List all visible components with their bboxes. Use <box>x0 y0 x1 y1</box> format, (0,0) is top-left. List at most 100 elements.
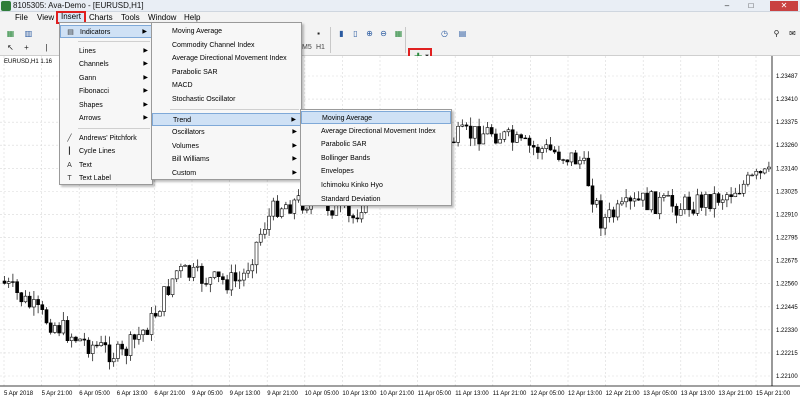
indicators-menu-item-label: Average Directional Movement Index <box>172 55 287 63</box>
candlestick <box>687 191 691 217</box>
candlestick <box>523 135 528 140</box>
periods-icon[interactable]: ◷ <box>438 27 451 39</box>
trend-menu-item-bollinger-bands[interactable]: Bollinger Bands <box>301 152 451 165</box>
insert-menu-item-cycle-lines[interactable]: ┃ Cycle Lines <box>60 145 152 158</box>
insert-menu-item-shapes[interactable]: Shapes ▶ <box>60 99 152 112</box>
candlestick-icon[interactable]: ▯ <box>349 27 362 39</box>
candlestick <box>603 213 607 236</box>
insert-menu-item-text-label[interactable]: T Text Label <box>60 172 152 185</box>
candlestick <box>641 192 645 207</box>
insert-menu-item-gann[interactable]: Gann ▶ <box>60 72 152 85</box>
chat-icon[interactable]: ✉ <box>786 27 799 39</box>
indicators-menu-item-parabolic-sar[interactable]: Parabolic SAR <box>152 66 301 79</box>
candlestick <box>149 307 154 341</box>
candlestick <box>741 180 746 197</box>
candlestick <box>762 168 767 175</box>
indicators-menu-item-commodity-channel-index[interactable]: Commodity Channel Index <box>152 39 301 52</box>
insert-menu-item-text[interactable]: A Text <box>60 159 152 172</box>
close-icon[interactable]: ✕ <box>770 1 798 11</box>
period-h1[interactable]: H1 <box>316 44 325 51</box>
insert-menu-item-arrows[interactable]: Arrows ▶ <box>60 112 152 125</box>
candlestick <box>237 271 242 289</box>
zoom-in-icon[interactable]: ⊕ <box>363 27 376 39</box>
candlestick <box>569 152 574 166</box>
minimize-icon[interactable]: – <box>716 1 738 11</box>
period-m5[interactable]: M5 <box>302 44 312 51</box>
menu-view[interactable]: View <box>34 12 57 24</box>
candlestick <box>95 341 99 349</box>
cursor-icon[interactable]: ↖ <box>4 41 17 53</box>
app-icon <box>1 1 11 11</box>
candlestick <box>468 117 473 147</box>
time-tick-label: 13 Apr 21:00 <box>718 391 753 397</box>
crosshair-icon[interactable]: + <box>20 41 33 53</box>
new-chart-icon[interactable]: ▦ <box>4 27 17 39</box>
candlestick <box>519 133 523 141</box>
price-tick-label: 1.23025 <box>776 189 798 195</box>
trend-menu-item-standard-deviation[interactable]: Standard Deviation <box>301 193 451 206</box>
candlestick <box>607 202 612 223</box>
candlestick <box>204 277 208 287</box>
insert-menu-item-lines[interactable]: Lines ▶ <box>60 45 152 58</box>
insert-menu-item-fibonacci[interactable]: Fibonacci ▶ <box>60 85 152 98</box>
candlestick <box>166 279 171 296</box>
indicators-menu-item-label: Bill Williams <box>172 156 210 164</box>
candlestick <box>221 273 225 285</box>
vertical-line-icon[interactable]: | <box>40 41 53 53</box>
indicators-menu-item-label: Parabolic SAR <box>172 68 218 76</box>
trend-menu-item-average-directional-movement-index[interactable]: Average Directional Movement Index <box>301 125 451 138</box>
indicators-menu-item-label: Oscillators <box>172 129 205 137</box>
profiles-icon[interactable]: ▥ <box>22 27 35 39</box>
indicators-menu-item-stochastic-oscillator[interactable]: Stochastic Oscillator <box>152 93 301 106</box>
trend-menu-item-ichimoku-kinko-hyo[interactable]: Ichimoku Kinko Hyo <box>301 179 451 192</box>
grid-icon[interactable]: ▦ <box>392 27 405 39</box>
trend-menu-item-parabolic-sar[interactable]: Parabolic SAR <box>301 138 451 151</box>
candlestick <box>78 338 82 342</box>
price-tick-label: 1.22445 <box>776 305 798 311</box>
indicators-menu-item-oscillators[interactable]: Oscillators ▶ <box>152 126 301 139</box>
maximize-icon[interactable]: □ <box>740 1 762 11</box>
insert-menu-item-andrews-pitchfork[interactable]: ╱ Andrews' Pitchfork <box>60 132 152 145</box>
submenu-arrow-icon: ▶ <box>142 29 147 35</box>
candlestick <box>174 270 179 283</box>
price-tick-label: 1.23487 <box>776 74 798 80</box>
candlestick <box>267 208 271 236</box>
candlestick <box>128 331 133 361</box>
insert-menu-item-channels[interactable]: Channels ▶ <box>60 58 152 71</box>
indicators-menu-item-custom[interactable]: Custom ▶ <box>152 167 301 180</box>
candlestick <box>90 341 95 362</box>
chart-shift-icon[interactable]: ▪ <box>312 27 325 39</box>
insert-menu: ▤ Indicators ▶ Lines ▶ Channels ▶ Gann ▶ Fibonacc… <box>59 22 153 185</box>
indicators-menu-item-average-directional-movement-index[interactable]: Average Directional Movement Index <box>152 52 301 65</box>
indicators-menu-item-volumes[interactable]: Volumes ▶ <box>152 140 301 153</box>
menu-file[interactable]: File <box>12 12 31 24</box>
candlestick <box>691 201 696 216</box>
candlestick <box>258 228 263 246</box>
price-tick-label: 1.23260 <box>776 143 798 149</box>
bar-chart-icon[interactable]: ▮ <box>335 27 348 39</box>
zoom-out-icon[interactable]: ⊖ <box>377 27 390 39</box>
candlestick <box>27 291 32 309</box>
indicators-menu-item-bill-williams[interactable]: Bill Williams ▶ <box>152 153 301 166</box>
insert-menu-item-indicators[interactable]: ▤ Indicators ▶ <box>60 25 152 38</box>
indicators-menu-item-trend[interactable]: Trend ▶ <box>152 112 301 126</box>
time-tick-label: 9 Apr 13:00 <box>230 391 261 397</box>
candlestick <box>548 136 553 151</box>
candlestick <box>36 295 40 314</box>
candlestick <box>2 275 7 285</box>
time-tick-label: 13 Apr 05:00 <box>643 391 678 397</box>
indicators-menu-item-moving-average[interactable]: Moving Average <box>152 25 301 38</box>
indicators-menu-item-label: Stochastic Oscillator <box>172 96 236 103</box>
submenu-arrow-icon: ▶ <box>292 170 297 176</box>
candlestick <box>582 151 586 165</box>
candlestick <box>162 286 166 317</box>
candlestick <box>632 192 637 207</box>
trend-menu-item-envelopes[interactable]: Envelopes <box>301 165 451 178</box>
candlestick <box>124 346 129 365</box>
trend-menu-item-label: Average Directional Movement Index <box>321 127 436 135</box>
trend-menu-item-moving-average[interactable]: Moving Average <box>301 111 451 124</box>
indicators-menu-item-macd[interactable]: MACD <box>152 79 301 92</box>
templates-icon[interactable]: ▤ <box>456 27 469 39</box>
candlestick <box>678 203 683 216</box>
search-icon[interactable]: ⚲ <box>770 27 783 39</box>
